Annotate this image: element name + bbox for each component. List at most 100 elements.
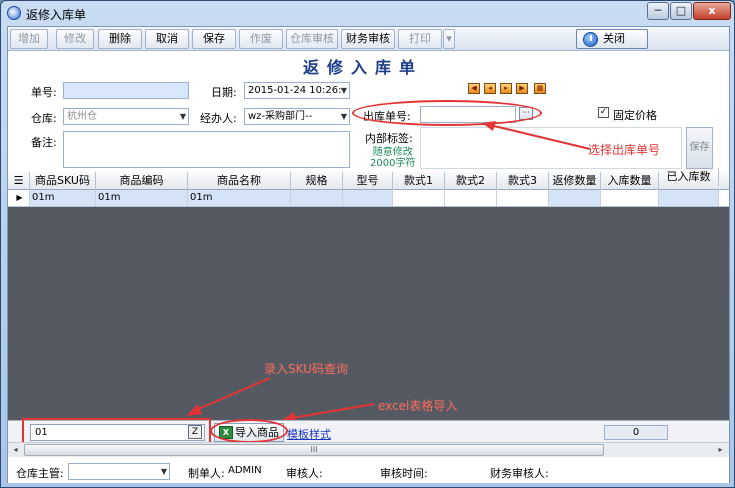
creator-value: ADMIN: [228, 465, 262, 476]
form-client-area: 增加 修改 删除 取消 保存 作废 仓库审核 财务审核 打印 ▾ 关闭 返修入库…: [7, 26, 730, 483]
annotation-ellipse-import: [210, 419, 288, 443]
handler-label: 经办人:: [200, 112, 237, 125]
toolbar: 增加 修改 删除 取消 保存 作废 仓库审核 财务审核 打印 ▾ 关闭: [8, 27, 729, 51]
warehouse-label: 仓库:: [31, 112, 57, 125]
footer: 仓库主管: ▼ 制单人: ADMIN 审核人: 审核时间: 财务审核人:: [8, 457, 729, 483]
cell-model[interactable]: [343, 190, 393, 206]
fixed-price-label: 固定价格: [613, 109, 657, 122]
col-header-model[interactable]: 型号: [343, 172, 393, 190]
items-grid: ☰ 商品SKU码 商品编码 商品名称 规格 型号 款式1 款式2 款式3 返修数…: [8, 168, 729, 422]
scrollbar-thumb[interactable]: III: [24, 444, 604, 456]
table-row[interactable]: ▶ 01m 01m 01m: [8, 190, 729, 207]
next-record-icon[interactable]: ▸: [500, 83, 512, 94]
title-bar[interactable]: 返修入库单 ─ □ x: [1, 1, 734, 25]
order-no-field[interactable]: [63, 82, 189, 99]
minimize-button[interactable]: ─: [647, 2, 669, 20]
col-header-name[interactable]: 商品名称: [188, 172, 291, 190]
annotation-arrow-sku: [186, 377, 271, 416]
main-window: 返修入库单 ─ □ x 增加 修改 删除 取消 保存 作废 仓库审核 财务审核 …: [0, 0, 735, 488]
warehouse-value: 杭州仓: [67, 111, 97, 122]
sku-entry-bar: 01 Z X 导入商品 模板样式 0: [8, 418, 729, 445]
delete-button[interactable]: 删除: [98, 29, 142, 49]
audit-time-label: 审核时间:: [380, 467, 428, 480]
maximize-button[interactable]: □: [670, 2, 692, 20]
annotation-select-outbound: 选择出库单号: [588, 143, 661, 157]
creator-label: 制单人:: [188, 467, 225, 480]
add-button[interactable]: 增加: [10, 29, 48, 49]
save-button[interactable]: 保存: [192, 29, 236, 49]
count-readout: 0: [604, 425, 668, 440]
remark-label: 备注:: [31, 136, 57, 149]
horizontal-scrollbar[interactable]: ◂ III ▸: [8, 442, 729, 457]
internal-tag-hint-line1: 随意修改: [372, 147, 413, 158]
side-save-button[interactable]: 保存: [686, 127, 713, 169]
close-form-label: 关闭: [603, 32, 625, 45]
prev-record-icon[interactable]: ◂: [484, 83, 496, 94]
handler-value: wz-采购部门--: [248, 111, 313, 122]
print-button[interactable]: 打印: [398, 29, 442, 49]
internal-tag-hint[interactable]: 随意修改 2000字符: [370, 147, 415, 169]
scroll-left-icon[interactable]: ◂: [8, 444, 23, 456]
template-link[interactable]: 模板样式: [287, 426, 331, 442]
date-label: 日期:: [211, 86, 237, 99]
cell-inbound-qty[interactable]: [601, 190, 659, 206]
finance-audit-button[interactable]: 财务审核: [341, 29, 395, 49]
form-title: 返修入库单: [303, 58, 424, 77]
void-button[interactable]: 作废: [239, 29, 283, 49]
warehouse-manager-select[interactable]: ▼: [68, 463, 170, 480]
col-header-style1[interactable]: 款式1: [393, 172, 445, 190]
chevron-down-icon: ▼: [160, 467, 167, 476]
col-header-repair-qty[interactable]: 返修数量: [549, 172, 601, 190]
scroll-right-icon[interactable]: ▸: [713, 444, 728, 456]
window-title: 返修入库单: [26, 8, 87, 22]
row-indicator-icon: ▶: [8, 190, 30, 206]
col-header-style3[interactable]: 款式3: [497, 172, 549, 190]
close-form-button[interactable]: 关闭: [576, 29, 648, 49]
last-record-icon[interactable]: ▶: [516, 83, 528, 94]
col-header-inbound-qty[interactable]: 入库数量: [601, 172, 659, 190]
order-no-label: 单号:: [31, 86, 57, 99]
finance-auditor-label: 财务审核人:: [490, 467, 549, 480]
col-header-style2[interactable]: 款式2: [445, 172, 497, 190]
col-header-code[interactable]: 商品编码: [96, 172, 188, 190]
cell-code[interactable]: 01m: [96, 190, 188, 206]
date-value: 2015-01-24 10:26:: [248, 85, 342, 96]
warehouse-manager-label: 仓库主管:: [16, 467, 64, 480]
date-picker[interactable]: 2015-01-24 10:26: ▼: [244, 82, 350, 99]
cell-sku[interactable]: 01m: [30, 190, 96, 206]
fixed-price-checkbox[interactable]: ✓: [598, 107, 609, 118]
annotation-rect-sku: [22, 418, 211, 445]
cell-style2[interactable]: [445, 190, 497, 206]
app-icon: [7, 6, 21, 20]
col-header-sku[interactable]: 商品SKU码: [30, 172, 96, 190]
edit-button[interactable]: 修改: [56, 29, 94, 49]
auditor-label: 审核人:: [286, 467, 323, 480]
internal-tag-label: 内部标签:: [365, 132, 413, 145]
cell-style1[interactable]: [393, 190, 445, 206]
grid-menu-icon[interactable]: ☰: [8, 172, 30, 190]
cell-received-qty[interactable]: [659, 190, 719, 206]
warehouse-select[interactable]: 杭州仓 ▼: [63, 108, 189, 125]
print-dropdown-button[interactable]: ▾: [443, 29, 455, 49]
cell-repair-qty[interactable]: [549, 190, 601, 206]
remark-textarea[interactable]: [63, 131, 350, 168]
annotation-arrow-outbound: [482, 121, 591, 150]
chevron-down-icon: ▼: [340, 86, 347, 95]
grid-view-icon[interactable]: ▦: [534, 83, 546, 94]
first-record-icon[interactable]: ◀: [468, 83, 480, 94]
chevron-down-icon: ▼: [179, 112, 186, 121]
handler-select[interactable]: wz-采购部门-- ▼: [244, 108, 350, 125]
grid-header: ☰ 商品SKU码 商品编码 商品名称 规格 型号 款式1 款式2 款式3 返修数…: [8, 168, 729, 190]
cell-style3[interactable]: [497, 190, 549, 206]
col-header-spec[interactable]: 规格: [291, 172, 343, 190]
cell-name[interactable]: 01m: [188, 190, 291, 206]
power-icon: [583, 32, 598, 47]
warehouse-audit-button[interactable]: 仓库审核: [286, 29, 338, 49]
chevron-down-icon: ▼: [340, 112, 347, 121]
cell-spec[interactable]: [291, 190, 343, 206]
col-header-received-qty[interactable]: 已入库数: [659, 168, 719, 186]
window-close-button[interactable]: x: [693, 2, 731, 20]
annotation-excel-import: excel表格导入: [378, 399, 458, 413]
cancel-button[interactable]: 取消: [145, 29, 189, 49]
internal-tag-hint-line2: 2000字符: [370, 158, 416, 169]
